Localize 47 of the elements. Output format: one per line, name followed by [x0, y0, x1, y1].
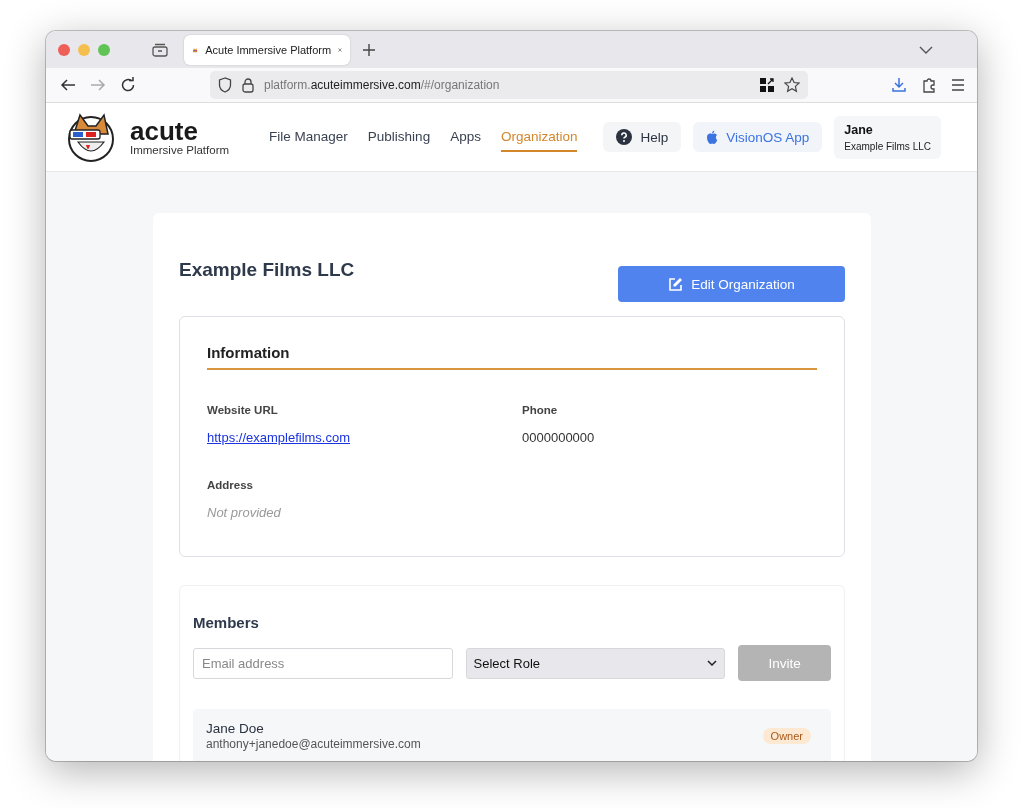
new-tab-icon[interactable] [362, 42, 376, 57]
star-icon[interactable] [784, 77, 800, 93]
brand-tagline: Immersive Platform [130, 144, 230, 156]
tab-list-icon[interactable] [152, 42, 168, 57]
question-circle-icon [616, 129, 633, 145]
visionos-app-button[interactable]: VisionOS App [693, 122, 823, 152]
field-value: 0000000000 [522, 430, 596, 445]
organization-title: Example Films LLC [179, 259, 355, 281]
shield-icon [218, 77, 232, 93]
role-dropdown[interactable]: Select Role [465, 647, 726, 679]
edit-organization-button[interactable]: Edit Organization [618, 266, 845, 302]
qr-code-icon[interactable] [760, 78, 774, 92]
download-icon[interactable] [891, 77, 907, 93]
field-label: Address [207, 479, 255, 491]
nav-link[interactable]: Publishing [367, 122, 431, 152]
lock-icon [242, 77, 254, 93]
user-name: Jane [844, 122, 874, 137]
back-icon[interactable] [60, 78, 76, 92]
field-value: Not provided [207, 505, 282, 520]
apple-icon [706, 130, 719, 144]
nav-link[interactable]: Apps [450, 122, 481, 152]
reload-icon[interactable] [120, 77, 136, 93]
user-menu[interactable]: Jane Example Films LLC [834, 115, 941, 159]
chevron-down-icon[interactable] [919, 45, 933, 54]
close-window-button[interactable] [58, 43, 70, 56]
menu-icon[interactable] [951, 79, 965, 91]
puzzle-icon[interactable] [921, 77, 937, 93]
tab-title: Acute Immersive Platform [205, 43, 332, 56]
nav-link[interactable]: File Manager [269, 122, 348, 152]
address-bar[interactable]: platform.acuteimmersive.com/#/organization [210, 71, 808, 99]
section-heading: Members [193, 614, 260, 633]
role-badge: Owner [762, 728, 811, 744]
url-text: platform.acuteimmersive.com/#/organization [264, 78, 500, 92]
user-organization: Example Films LLC [844, 140, 931, 152]
edit-icon [668, 276, 684, 292]
email-field[interactable]: Email address [193, 647, 453, 679]
section-heading: Information [207, 344, 817, 370]
field-label: Phone [522, 404, 559, 416]
fox-logo-drawing [66, 112, 116, 162]
chevron-down-icon [707, 660, 718, 666]
member-name: Jane Doe [206, 721, 265, 736]
help-button[interactable]: Help [603, 122, 682, 152]
member-email: anthony+janedoe@acuteimmersive.com [206, 737, 421, 751]
browser-tab[interactable]: Acute Immersive Platform [184, 34, 350, 65]
field-label: Website URL [207, 404, 279, 416]
website-link[interactable]: https://examplefilms.com [207, 430, 522, 445]
brand-name: acute [130, 118, 199, 144]
